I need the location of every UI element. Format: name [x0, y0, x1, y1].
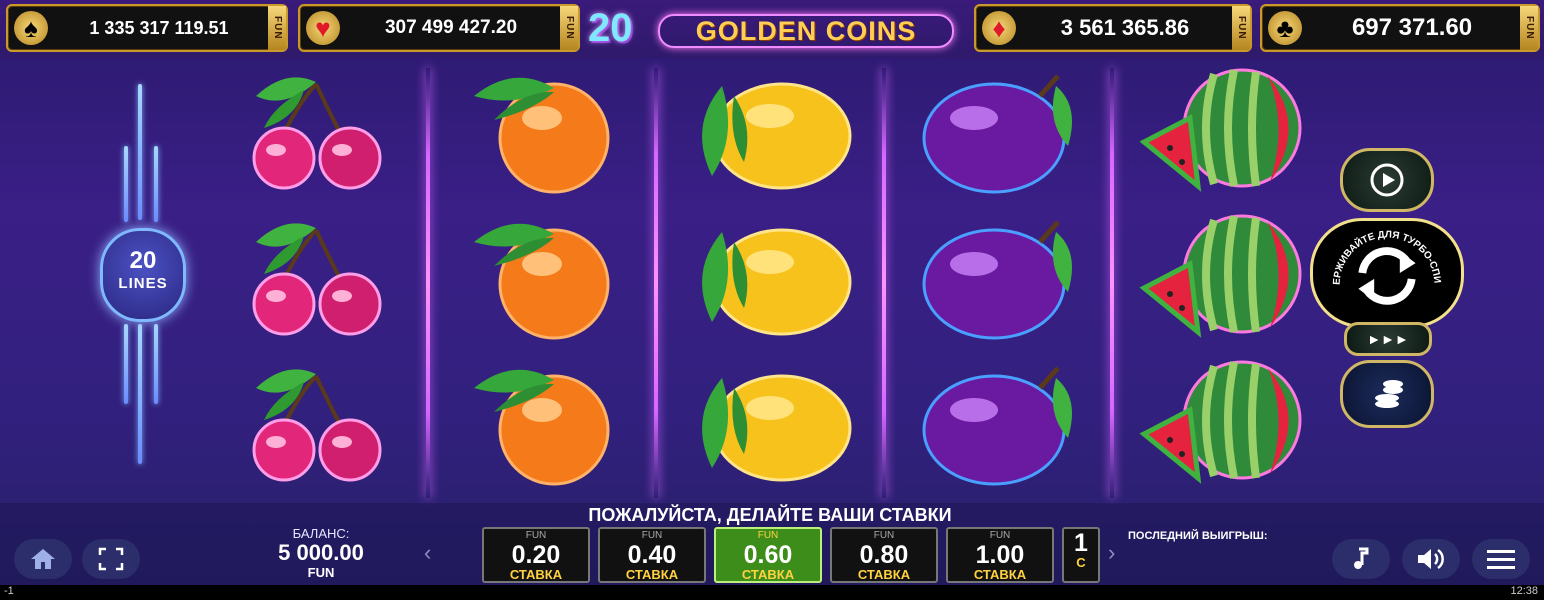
autoplay-button[interactable]	[1340, 148, 1434, 212]
fast-forward-icon: ►►►	[1367, 331, 1409, 347]
spin-button[interactable]: УДЕРЖИВАЙТЕ ДЛЯ ТУРБО-СПИНА	[1310, 218, 1464, 328]
bet-value: 1.00	[975, 541, 1025, 569]
bet-value: 0.40	[627, 541, 677, 569]
reel-separator	[426, 68, 430, 498]
line-bar	[138, 84, 142, 220]
lines-count: 20	[129, 247, 157, 274]
lemon-symbol	[682, 212, 852, 342]
bet-label: СТАВКА	[857, 567, 911, 582]
sound-button[interactable]	[1402, 539, 1460, 579]
cherry-symbol	[226, 212, 396, 342]
reel-separator	[882, 68, 886, 498]
fun-tag: FUN	[268, 6, 286, 50]
status-left: -1	[4, 585, 14, 597]
plum-symbol	[910, 358, 1080, 488]
jackpot-diamonds: ♦ 3 561 365.86 FUN	[974, 4, 1252, 52]
heart-icon: ♥	[306, 11, 340, 45]
status-bar: -1 12:38	[0, 585, 1544, 600]
logo-title: GOLDEN COINS	[658, 14, 954, 48]
watermelon-symbol	[1138, 212, 1308, 342]
line-bar	[138, 324, 142, 464]
music-note-icon	[1354, 547, 1369, 569]
fun-tag: FUN	[1232, 6, 1250, 50]
bet-label: СТАВКА	[509, 567, 563, 582]
fun-tag: FUN	[560, 6, 578, 50]
jackpot-value: 3 561 365.86	[1060, 15, 1190, 40]
jackpot-hearts: ♥ 307 499 427.20 FUN	[298, 4, 580, 52]
jackpot-value: 1 335 317 119.51	[89, 18, 229, 38]
last-win-label: ПОСЛЕДНИЙ ВЫИГРЫШ:	[1128, 530, 1268, 542]
logo-number: 20	[588, 6, 633, 50]
bet-value: 0.20	[511, 541, 561, 569]
cherry-symbol	[226, 358, 396, 488]
fullscreen-icon	[98, 547, 124, 571]
bet-label: СТАВКА	[625, 567, 679, 582]
bets-next-arrow[interactable]: ›	[1108, 540, 1115, 566]
bet-option[interactable]: FUN 0.40 СТАВКА	[598, 527, 706, 583]
bet-coins-button[interactable]	[1340, 360, 1434, 428]
home-button[interactable]	[14, 539, 72, 579]
bet-option[interactable]: FUN 0.80 СТАВКА	[830, 527, 938, 583]
reels-area	[206, 58, 1326, 503]
autoplay-icon	[1370, 163, 1404, 197]
top-bar: ♠ 1 335 317 119.51 FUN ♥ 307 499 427.20 …	[0, 0, 1544, 58]
spin-icon: УДЕРЖИВАЙТЕ ДЛЯ ТУРБО-СПИНА	[1313, 221, 1442, 305]
reel-separator	[1110, 68, 1114, 498]
bet-option[interactable]: 1С	[1062, 527, 1100, 583]
home-icon	[31, 549, 55, 569]
line-bar	[154, 146, 158, 222]
plum-symbol	[910, 212, 1080, 342]
jackpot-value: 697 371.60	[1351, 14, 1473, 41]
bet-option[interactable]: FUN 1.00 СТАВКА	[946, 527, 1054, 583]
bet-option[interactable]: FUN 0.60 СТАВКА	[714, 527, 822, 583]
hamburger-icon	[1487, 550, 1515, 569]
jackpot-value: 307 499 427.20	[384, 17, 518, 38]
lines-badge[interactable]: 20 LINES	[100, 228, 186, 322]
fullscreen-button[interactable]	[82, 539, 140, 579]
game-logo: 20 GOLDEN COINS	[588, 6, 954, 50]
clock: 12:38	[1510, 585, 1538, 597]
jackpot-clubs: ♣ 697 371.60 FUN	[1260, 4, 1540, 52]
line-bar	[124, 324, 128, 404]
reel-separator	[654, 68, 658, 498]
orange-symbol	[454, 358, 624, 488]
bet-prompt: ПОЖАЛУЙСТА, ДЕЛАЙТЕ ВАШИ СТАВКИ	[588, 505, 952, 525]
cherry-symbol	[226, 66, 396, 196]
fun-tag: FUN	[1520, 6, 1538, 50]
bet-label: СТАВКА	[973, 567, 1027, 582]
music-button[interactable]	[1332, 539, 1390, 579]
spade-icon: ♠	[14, 11, 48, 45]
plum-symbol	[910, 66, 1080, 196]
balance-currency: FUN	[307, 565, 335, 580]
line-bar	[154, 324, 158, 404]
diamond-icon: ♦	[982, 11, 1016, 45]
bet-value: 0.80	[859, 541, 909, 569]
bets-prev-arrow[interactable]: ‹	[424, 540, 431, 566]
speaker-icon	[1418, 548, 1444, 570]
balance-panel: БАЛАНС: 5 000.00 FUN	[246, 526, 396, 580]
bet-option[interactable]: FUN 0.20 СТАВКА	[482, 527, 590, 583]
watermelon-symbol	[1138, 66, 1308, 196]
lines-indicator: 20 LINES	[96, 78, 186, 478]
coins-icon	[1375, 380, 1403, 408]
line-bar	[124, 146, 128, 222]
bet-value: 1	[1074, 529, 1088, 557]
watermelon-symbol	[1138, 358, 1308, 488]
lemon-symbol	[682, 66, 852, 196]
balance-label: БАЛАНС:	[292, 526, 350, 541]
club-icon: ♣	[1268, 11, 1302, 45]
balance-value: 5 000.00	[278, 540, 364, 565]
turbo-button[interactable]: ►►►	[1344, 322, 1432, 356]
bet-label: С	[1076, 555, 1086, 570]
jackpot-spades: ♠ 1 335 317 119.51 FUN	[6, 4, 288, 52]
bet-label: СТАВКА	[741, 567, 795, 582]
lemon-symbol	[682, 358, 852, 488]
orange-symbol	[454, 66, 624, 196]
menu-button[interactable]	[1472, 539, 1530, 579]
bet-value: 0.60	[743, 541, 793, 569]
lines-label: LINES	[118, 275, 168, 292]
orange-symbol	[454, 212, 624, 342]
